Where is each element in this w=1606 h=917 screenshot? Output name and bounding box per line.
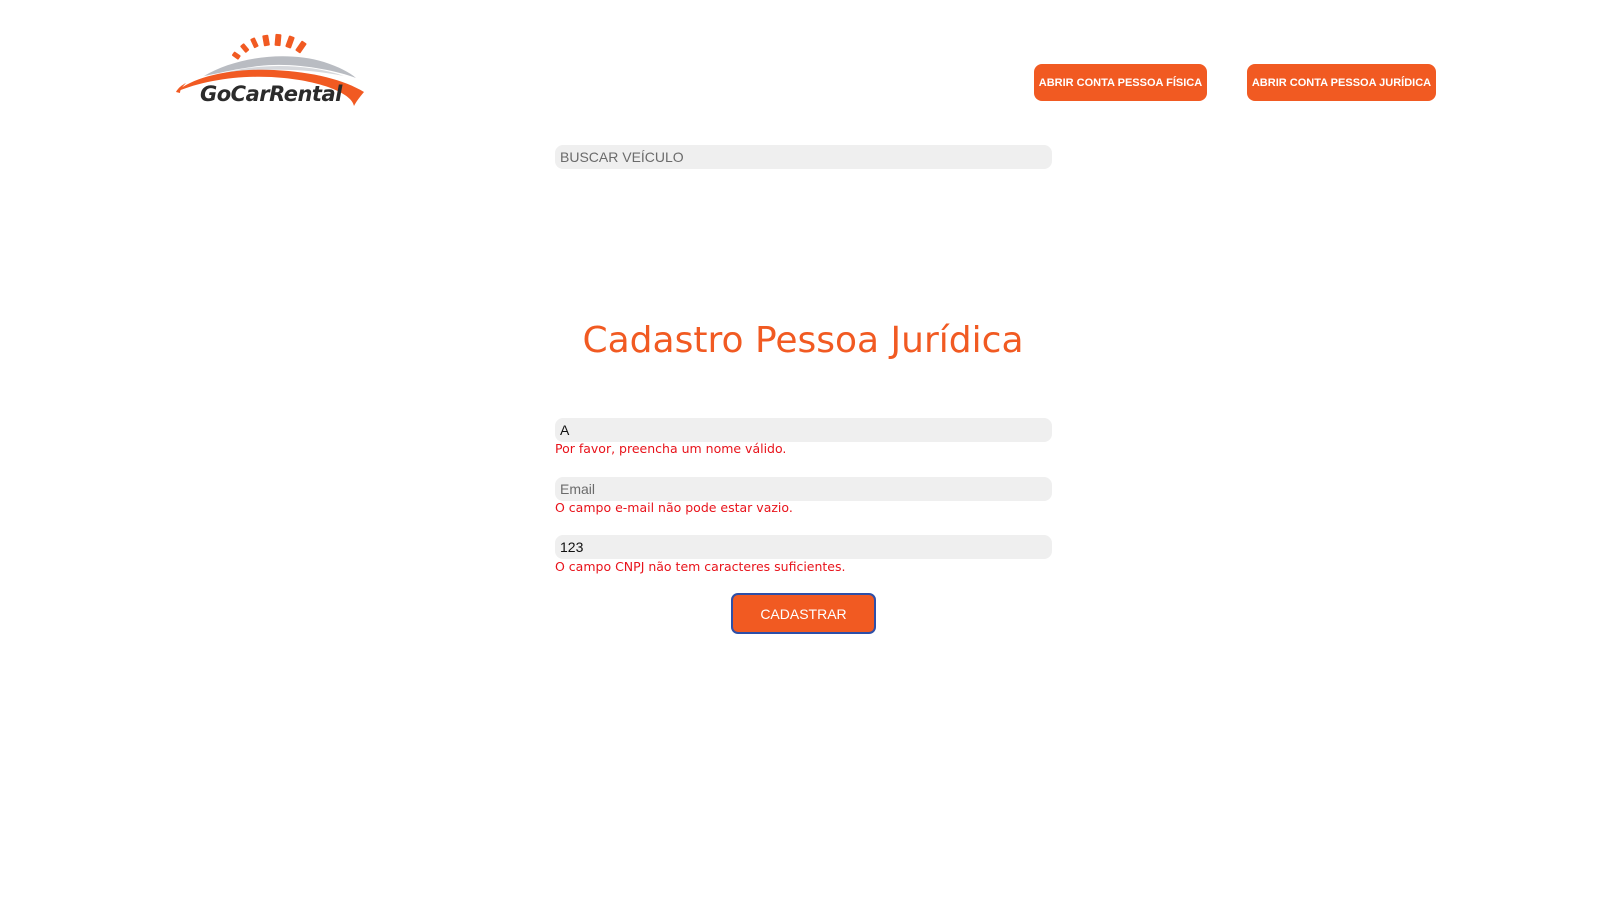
name-field[interactable] [555,418,1052,442]
cnpj-error-message: O campo CNPJ não tem caracteres suficien… [555,559,846,574]
name-error-message: Por favor, preencha um nome válido. [555,441,787,456]
search-vehicle-input[interactable] [555,145,1052,169]
email-field[interactable] [555,477,1052,501]
page: GoCarRental ABRIR CONTA PESSOA FÍSICA AB… [0,0,1606,917]
gocarrental-logo[interactable]: GoCarRental [174,30,370,114]
email-error-message: O campo e-mail não pode estar vazio. [555,500,793,515]
page-title: Cadastro Pessoa Jurídica [582,320,1024,361]
open-account-pessoa-fisica-button[interactable]: ABRIR CONTA PESSOA FÍSICA [1034,64,1207,101]
open-account-pessoa-juridica-button[interactable]: ABRIR CONTA PESSOA JURÍDICA [1247,64,1436,101]
logo-text: GoCarRental [200,82,342,106]
cadastrar-button[interactable]: CADASTRAR [731,593,876,634]
cnpj-field[interactable] [555,535,1052,559]
